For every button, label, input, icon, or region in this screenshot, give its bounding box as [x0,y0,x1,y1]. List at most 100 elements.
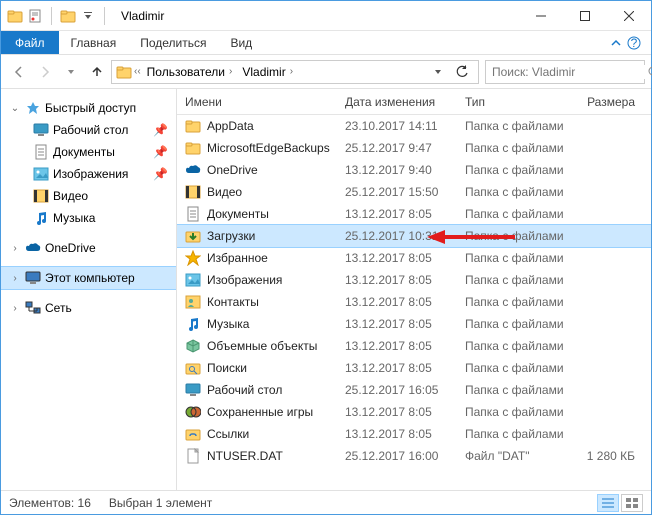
nav-label: Изображения [53,167,128,181]
file-type: Папка с файлами [457,207,577,221]
file-name: Изображения [207,273,282,287]
file-date: 25.12.2017 10:31 [337,229,457,243]
file-row[interactable]: Избранное13.12.2017 8:05Папка с файлами [177,247,651,269]
nav-network[interactable]: › Сеть [1,297,176,319]
file-row[interactable]: Сохраненные игры13.12.2017 8:05Папка с ф… [177,401,651,423]
search-input[interactable] [492,65,647,79]
nav-label: Документы [53,145,115,159]
favorites-icon [185,250,201,266]
videos-icon [33,188,49,204]
nav-label: Сеть [45,301,72,315]
downloads-icon [185,228,201,244]
file-row[interactable]: Видео25.12.2017 15:50Папка с файлами [177,181,651,203]
nav-forward-button[interactable] [33,60,57,84]
file-row[interactable]: Ссылки 13.12.2017 8:05Папка с файлами [177,423,651,445]
view-large-button[interactable] [621,494,643,512]
nav-label: Музыка [53,211,95,225]
view-details-button[interactable] [597,494,619,512]
file-row[interactable]: MicrosoftEdgeBackups25.12.2017 9:47Папка… [177,137,651,159]
network-icon [25,300,41,316]
nav-quick-access[interactable]: ⌄ Быстрый доступ [1,97,176,119]
minimize-button[interactable] [519,1,563,31]
file-row[interactable]: Документы13.12.2017 8:05Папка с файлами [177,203,651,225]
file-date: 25.12.2017 9:47 [337,141,457,155]
file-type: Папка с файлами [457,295,577,309]
close-button[interactable] [607,1,651,31]
file-name: OneDrive [207,163,258,177]
file-row[interactable]: Загрузки25.12.2017 10:31Папка с файлами [177,225,651,247]
ribbon-file-tab[interactable]: Файл [1,31,59,54]
file-row[interactable]: OneDrive13.12.2017 9:40Папка с файлами [177,159,651,181]
crumb-sep-icon[interactable]: ‹‹ [134,66,141,77]
navbar: ‹‹ Пользователи› Vladimir› [1,55,651,89]
nav-this-pc[interactable]: › Этот компьютер [1,267,176,289]
file-name: Избранное [207,251,268,265]
nav-label: Этот компьютер [45,271,135,285]
file-type: Папка с файлами [457,273,577,287]
nav-quick-pictures[interactable]: Изображения 📌 [1,163,176,185]
file-name: Видео [207,185,242,199]
pictures-icon [185,272,201,288]
file-type: Файл "DAT" [457,449,577,463]
nav-quick-desktop[interactable]: Рабочий стол📌 [1,119,176,141]
column-name[interactable]: Имени [177,95,337,109]
nav-back-button[interactable] [7,60,31,84]
documents-icon [33,144,49,160]
file-date: 13.12.2017 8:05 [337,405,457,419]
ribbon-tab-home[interactable]: Главная [59,31,129,54]
address-bar[interactable]: ‹‹ Пользователи› Vladimir› [111,60,479,84]
help-icon[interactable]: ? [627,36,641,50]
navigation-pane: ⌄ Быстрый доступ Рабочий стол📌 Документы 📌… [1,89,177,490]
address-dropdown-icon[interactable] [426,60,450,84]
maximize-button[interactable] [563,1,607,31]
search-box[interactable] [485,60,645,84]
file-type: Папка с файлами [457,383,577,397]
qat-properties-icon[interactable] [27,8,43,24]
nav-quick-documents[interactable]: Документы 📌 [1,141,176,163]
qat-newfolder-icon[interactable] [60,8,76,24]
nav-quick-music[interactable]: Музыка [1,207,176,229]
ribbon-tab-share[interactable]: Поделиться [128,31,218,54]
ribbon-tab-view[interactable]: Вид [218,31,264,54]
pin-icon: 📌 [153,167,168,181]
breadcrumb-users[interactable]: Пользователи› [143,65,237,79]
file-row[interactable]: Музыка13.12.2017 8:05Папка с файлами [177,313,651,335]
file-row[interactable]: Рабочий стол25.12.2017 16:05Папка с файл… [177,379,651,401]
file-name: Ссылки [207,427,249,441]
nav-recent-dropdown[interactable] [59,60,83,84]
file-icon [185,448,201,464]
file-row[interactable]: NTUSER.DAT25.12.2017 16:00Файл "DAT"1 28… [177,445,651,467]
chevron-down-icon[interactable]: ⌄ [9,103,21,114]
file-type: Папка с файлами [457,427,577,441]
nav-up-button[interactable] [85,60,109,84]
links-icon [185,426,201,442]
chevron-right-icon[interactable]: › [9,303,21,314]
statusbar: Элементов: 16 Выбран 1 элемент [1,490,651,514]
refresh-button[interactable] [450,60,474,84]
column-size[interactable]: Размера [577,95,647,109]
onedrive-icon [25,240,41,256]
folder-small-icon [7,8,23,24]
ribbon-expand-icon[interactable] [611,38,621,48]
file-row[interactable]: Объемные объекты13.12.2017 8:05Папка с ф… [177,335,651,357]
qat-dropdown-icon[interactable] [80,8,96,24]
column-date[interactable]: Дата изменения [337,95,457,109]
file-date: 13.12.2017 8:05 [337,317,457,331]
file-row[interactable]: Изображения13.12.2017 8:05Папка с файлам… [177,269,651,291]
file-row[interactable]: Поиски13.12.2017 8:05Папка с файлами [177,357,651,379]
status-count: Элементов: 16 [9,496,91,510]
search-icon[interactable] [647,65,652,79]
pin-icon: 📌 [153,145,168,159]
nav-quick-videos[interactable]: Видео [1,185,176,207]
nav-label: Видео [53,189,88,203]
chevron-right-icon[interactable]: › [9,243,21,254]
column-type[interactable]: Тип [457,95,577,109]
file-date: 13.12.2017 8:05 [337,427,457,441]
file-row[interactable]: AppData23.10.2017 14:11Папка с файлами [177,115,651,137]
file-list[interactable]: AppData23.10.2017 14:11Папка с файламиMi… [177,115,651,490]
file-date: 25.12.2017 16:05 [337,383,457,397]
chevron-right-icon[interactable]: › [9,273,21,284]
nav-onedrive[interactable]: › OneDrive [1,237,176,259]
breadcrumb-vladimir[interactable]: Vladimir› [238,65,297,79]
file-row[interactable]: Контакты13.12.2017 8:05Папка с файлами [177,291,651,313]
